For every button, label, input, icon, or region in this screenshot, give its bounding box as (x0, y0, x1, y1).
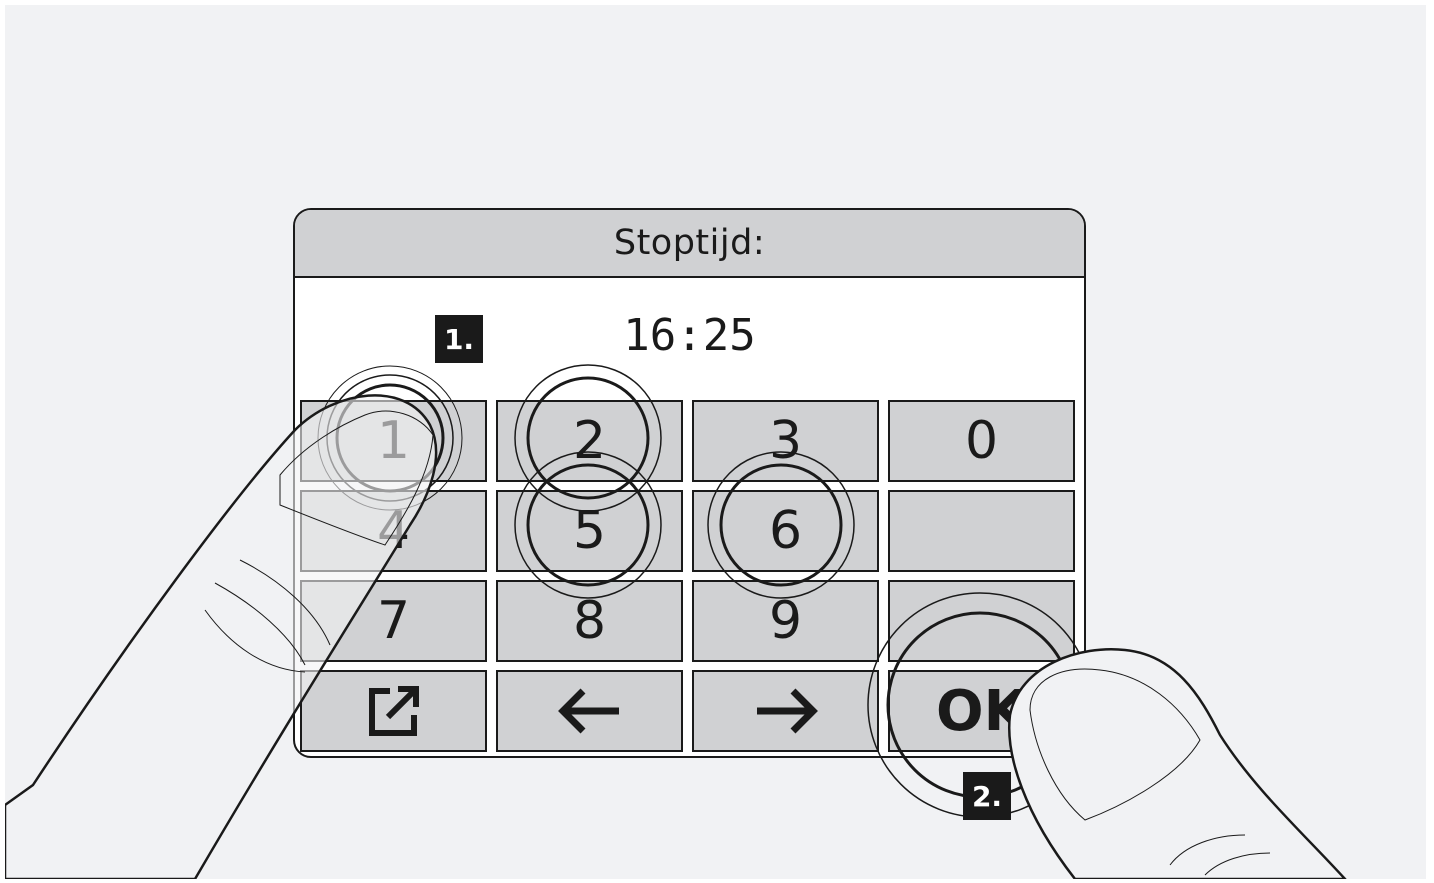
key-2[interactable]: 2 (496, 400, 683, 482)
time-value: 16:25 (623, 310, 756, 361)
key-blank-1[interactable] (888, 490, 1075, 572)
key-6[interactable]: 6 (692, 490, 879, 572)
exit-icon (368, 686, 419, 736)
key-3[interactable]: 3 (692, 400, 879, 482)
device-screen: Stoptijd: 16:25 1 2 3 0 4 5 6 7 8 9 OK (293, 208, 1086, 758)
key-right[interactable] (692, 670, 879, 752)
arrow-right-icon (756, 688, 818, 734)
key-1[interactable]: 1 (300, 400, 487, 482)
key-left[interactable] (496, 670, 683, 752)
key-8[interactable]: 8 (496, 580, 683, 662)
key-exit[interactable] (300, 670, 487, 752)
key-5[interactable]: 5 (496, 490, 683, 572)
key-ok[interactable]: OK (888, 670, 1075, 752)
screen-title: Stoptijd: (295, 210, 1084, 278)
key-blank-2[interactable] (888, 580, 1075, 662)
arrow-left-icon (557, 688, 619, 734)
key-7[interactable]: 7 (300, 580, 487, 662)
key-9[interactable]: 9 (692, 580, 879, 662)
key-4[interactable]: 4 (300, 490, 487, 572)
step-badge-1: 1. (435, 315, 483, 363)
step-badge-2: 2. (963, 772, 1011, 820)
key-0[interactable]: 0 (888, 400, 1075, 482)
illustration-canvas: Stoptijd: 16:25 1 2 3 0 4 5 6 7 8 9 OK 1… (5, 5, 1426, 879)
